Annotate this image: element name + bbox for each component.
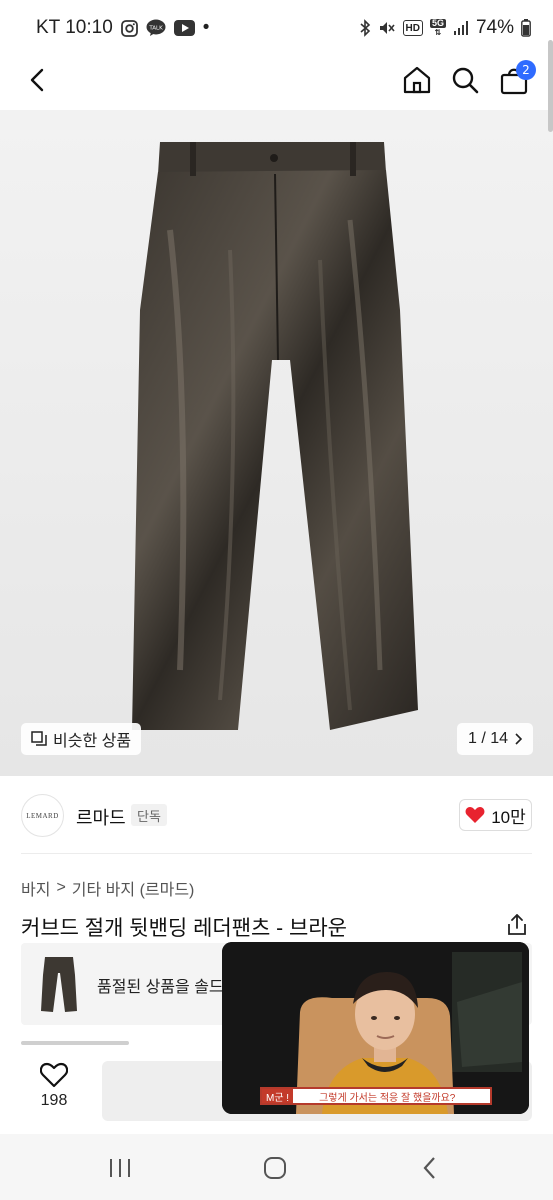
scrollbar[interactable] (548, 40, 553, 132)
video-subtitle: M군 ! 그렇게 가서는 적응 잘 했을까요? (260, 1087, 492, 1105)
system-navigation-bar (0, 1134, 553, 1200)
home-button[interactable] (395, 58, 439, 102)
exclusive-badge: 단독 (131, 804, 167, 826)
cart-count-badge: 2 (516, 60, 536, 80)
back-nav-icon (423, 1157, 435, 1179)
search-icon (452, 67, 479, 94)
breadcrumb-separator: > (56, 879, 66, 896)
brand-like-button[interactable]: 10만 (459, 799, 532, 831)
network-label: 5G (429, 18, 446, 28)
chevron-right-icon (515, 733, 523, 745)
divider (21, 853, 532, 854)
share-button[interactable] (502, 910, 532, 940)
seller-row: LEMARD 르마드 단독 10만 (0, 790, 553, 842)
bluetooth-icon (359, 19, 371, 37)
brand-logo-text: LEMARD (26, 811, 59, 820)
breadcrumb-category[interactable]: 바지 (21, 876, 50, 900)
brand-name[interactable]: 르마드 (76, 804, 126, 830)
subtitle-text: 그렇게 가서는 적응 잘 했을까요? (319, 1092, 456, 1104)
breadcrumb-subcategory[interactable]: 기타 바지 (르마드) (72, 876, 195, 900)
instagram-icon (120, 19, 138, 37)
home-nav-icon (264, 1157, 286, 1179)
brand-logo[interactable]: LEMARD (21, 794, 64, 837)
cart-button[interactable]: 2 (492, 58, 536, 102)
image-page-label: 1 / 14 (467, 730, 509, 747)
recent-apps-icon (110, 1159, 130, 1177)
app-header: 2 (0, 56, 553, 108)
hd-voice-icon: HD (402, 20, 423, 36)
status-bar: KT 10:10 TALK • HD 5G ⇅ 74% (0, 0, 553, 56)
subtitle-speaker: M군 ! (262, 1089, 294, 1103)
image-page-indicator[interactable]: 1 / 14 (457, 723, 533, 755)
youtube-icon (173, 20, 195, 36)
network-5g-icon: 5G ⇅ (429, 18, 446, 37)
product-thumbnail (41, 957, 77, 1012)
signal-icon (453, 20, 469, 36)
hd-label: HD (405, 22, 420, 34)
video-pip-overlay[interactable]: M군 ! 그렇게 가서는 적응 잘 했을까요? (222, 942, 529, 1114)
back-arrow-icon (30, 68, 44, 92)
product-title-row: 커브드 절개 뒷밴딩 레더팬츠 - 브라운 (21, 910, 532, 942)
wishlist-button[interactable]: 198 (22, 1062, 86, 1122)
mute-icon (378, 19, 396, 37)
brand-like-count: 10만 (491, 807, 526, 827)
copy-icon (31, 731, 47, 746)
back-nav-button[interactable] (410, 1148, 450, 1188)
similar-products-button[interactable]: 비슷한 상품 (21, 723, 142, 755)
notification-dot: • (202, 17, 210, 38)
home-icon (403, 66, 431, 94)
search-button[interactable] (443, 58, 487, 102)
heart-outline-icon (40, 1062, 68, 1088)
section-indicator (21, 1041, 129, 1045)
wishlist-count: 198 (40, 1092, 68, 1109)
soldout-notice-text: 품절된 상품을 솔드 (97, 979, 224, 996)
battery-icon (521, 19, 531, 37)
breadcrumb: 바지 > 기타 바지 (르마드) (21, 876, 194, 900)
heart-filled-icon (465, 807, 485, 823)
back-button[interactable] (16, 58, 60, 102)
status-time: KT 10:10 (36, 17, 113, 38)
svg-text:TALK: TALK (148, 26, 163, 32)
recent-apps-button[interactable] (100, 1148, 140, 1188)
battery-percent: 74% (475, 17, 514, 38)
share-icon (508, 914, 526, 935)
similar-products-label: 비슷한 상품 (53, 733, 132, 750)
product-image[interactable] (0, 110, 553, 776)
home-nav-button[interactable] (255, 1148, 295, 1188)
leather-pants-image (132, 142, 418, 730)
product-title: 커브드 절개 뒷밴딩 레더팬츠 - 브라운 (21, 917, 347, 940)
kakaotalk-icon: TALK (146, 19, 166, 37)
